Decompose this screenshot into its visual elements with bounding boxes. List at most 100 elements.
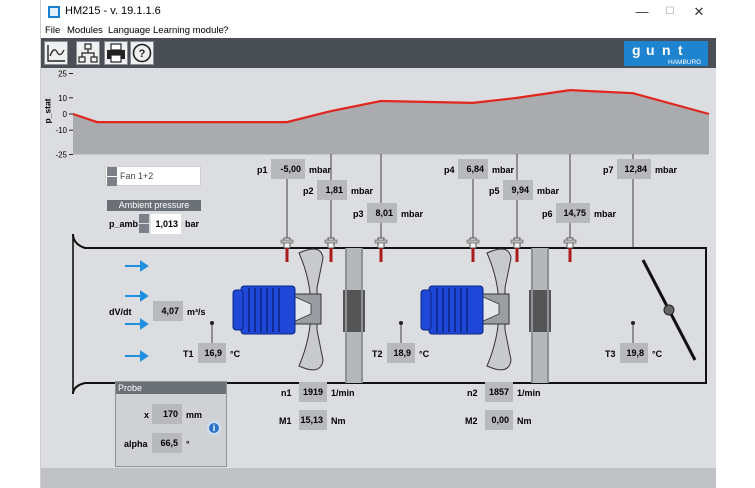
flow-label: dV/dt bbox=[109, 307, 132, 317]
window-title: HM215 - v. 19.1.1.6 bbox=[65, 5, 161, 17]
menu-help[interactable]: ? bbox=[223, 25, 228, 36]
maximize-button[interactable]: ☐ bbox=[659, 2, 681, 22]
p6-unit: mbar bbox=[594, 209, 617, 219]
schematic-canvas: 25 10 0 -10 -25 p_stat Fan 1+2 Ambient p… bbox=[41, 68, 716, 468]
n2-value: 1857 bbox=[485, 382, 513, 402]
probe-alpha-value: 66,5 bbox=[152, 433, 182, 453]
p1-value: -5,00 bbox=[271, 159, 305, 179]
throttle-valve bbox=[641, 259, 697, 361]
p7-value: 12,84 bbox=[617, 159, 651, 179]
y-tick-label: -10 bbox=[55, 126, 67, 135]
t1-label: T1 bbox=[183, 349, 194, 359]
ambient-label: p_amb bbox=[109, 219, 139, 229]
probe-alpha-unit: ° bbox=[186, 439, 190, 449]
m1-unit: Nm bbox=[331, 416, 346, 426]
t1-value: 16,9 bbox=[198, 343, 226, 363]
ambient-unit: bar bbox=[185, 219, 200, 229]
app-icon bbox=[48, 6, 60, 18]
menu-language[interactable]: Language bbox=[108, 25, 150, 36]
spin-down-icon[interactable] bbox=[107, 177, 117, 186]
svg-text:t: t bbox=[678, 42, 683, 58]
flow-unit: m³/s bbox=[187, 307, 206, 317]
menu-file[interactable]: File bbox=[45, 25, 60, 36]
t2-value: 18,9 bbox=[387, 343, 415, 363]
p2-unit: mbar bbox=[351, 186, 374, 196]
title-bar: HM215 - v. 19.1.1.6 — ☐ ✕ bbox=[41, 0, 716, 24]
p3-unit: mbar bbox=[401, 209, 424, 219]
m2-unit: Nm bbox=[517, 416, 532, 426]
flow-value: 4,07 bbox=[153, 301, 183, 321]
ambient-spin-up-icon[interactable] bbox=[139, 214, 149, 223]
print-icon bbox=[107, 43, 125, 63]
y-tick-label: 25 bbox=[58, 70, 67, 79]
p4-unit: mbar bbox=[492, 165, 515, 175]
close-button[interactable]: ✕ bbox=[688, 2, 710, 22]
p3-label: p3 bbox=[353, 209, 364, 219]
p3-value: 8,01 bbox=[367, 203, 397, 223]
fan-select-value: Fan 1+2 bbox=[120, 171, 154, 181]
svg-text:n: n bbox=[662, 42, 671, 58]
n2-unit: 1/min bbox=[517, 388, 541, 398]
menu-modules[interactable]: Modules bbox=[67, 25, 103, 36]
info-icon[interactable]: i bbox=[207, 421, 221, 435]
probe-x-unit: mm bbox=[186, 410, 203, 420]
m1-label: M1 bbox=[279, 416, 292, 426]
p5-value: 9,94 bbox=[503, 180, 533, 200]
p1-unit: mbar bbox=[309, 165, 332, 175]
p5-unit: mbar bbox=[537, 186, 560, 196]
menu-bar: File Modules Language Learning module ? bbox=[41, 24, 716, 38]
p7-unit: mbar bbox=[655, 165, 678, 175]
ambient-spin-down-icon[interactable] bbox=[139, 224, 149, 233]
svg-text:?: ? bbox=[139, 48, 146, 60]
logo-text: HAMBURG bbox=[668, 59, 701, 66]
p7-label: p7 bbox=[603, 165, 614, 175]
network-icon bbox=[78, 43, 98, 63]
fan-1 bbox=[232, 248, 365, 383]
ambient-header: Ambient pressure bbox=[107, 200, 201, 211]
help-icon: ? bbox=[132, 43, 152, 63]
t3-label: T3 bbox=[605, 349, 616, 359]
p6-label: p6 bbox=[542, 209, 553, 219]
help-button[interactable]: ? bbox=[130, 41, 154, 65]
y-tick-label: -25 bbox=[55, 151, 67, 160]
t3-unit: °C bbox=[652, 349, 663, 359]
m2-value: 0,00 bbox=[485, 410, 513, 430]
t3-value: 19,8 bbox=[620, 343, 648, 363]
fan-2 bbox=[420, 248, 551, 383]
probe-x-value: 170 bbox=[152, 404, 182, 424]
svg-text:u: u bbox=[646, 42, 655, 58]
y-tick-label: 0 bbox=[63, 110, 68, 119]
svg-text:g: g bbox=[632, 42, 641, 58]
p4-label: p4 bbox=[444, 165, 455, 175]
print-button[interactable] bbox=[104, 41, 128, 65]
chart-button[interactable] bbox=[44, 41, 68, 65]
probe-alpha-label: alpha bbox=[124, 439, 148, 449]
t2-label: T2 bbox=[372, 349, 383, 359]
chart-icon bbox=[47, 45, 65, 62]
n1-value: 1919 bbox=[299, 382, 327, 402]
network-button[interactable] bbox=[76, 41, 100, 65]
menu-learning-module[interactable]: Learning module bbox=[153, 25, 224, 36]
n1-unit: 1/min bbox=[331, 388, 355, 398]
p2-label: p2 bbox=[303, 186, 314, 196]
t2-unit: °C bbox=[419, 349, 430, 359]
probe-x-label: x bbox=[144, 410, 150, 420]
p4-value: 6,84 bbox=[458, 159, 488, 179]
probe-header: Probe bbox=[116, 382, 226, 394]
t1-unit: °C bbox=[230, 349, 241, 359]
p2-value: 1,81 bbox=[317, 180, 347, 200]
gunt-logo: g u n t HAMBURG bbox=[624, 41, 708, 66]
m1-value: 15,13 bbox=[299, 410, 327, 430]
ambient-input[interactable]: 1,013 bbox=[151, 214, 181, 234]
n2-label: n2 bbox=[467, 388, 478, 398]
y-axis-label: p_stat bbox=[42, 98, 53, 124]
app-window: HM215 - v. 19.1.1.6 — ☐ ✕ File Modules L… bbox=[40, 0, 716, 488]
status-bar bbox=[41, 468, 716, 488]
minimize-button[interactable]: — bbox=[631, 2, 653, 22]
fan-select[interactable]: Fan 1+2 bbox=[105, 166, 201, 186]
spin-up-icon[interactable] bbox=[107, 167, 117, 176]
m2-label: M2 bbox=[465, 416, 478, 426]
p6-value: 14,75 bbox=[556, 203, 590, 223]
p5-label: p5 bbox=[489, 186, 500, 196]
pressure-chart: 25 10 0 -10 -25 bbox=[55, 70, 710, 160]
